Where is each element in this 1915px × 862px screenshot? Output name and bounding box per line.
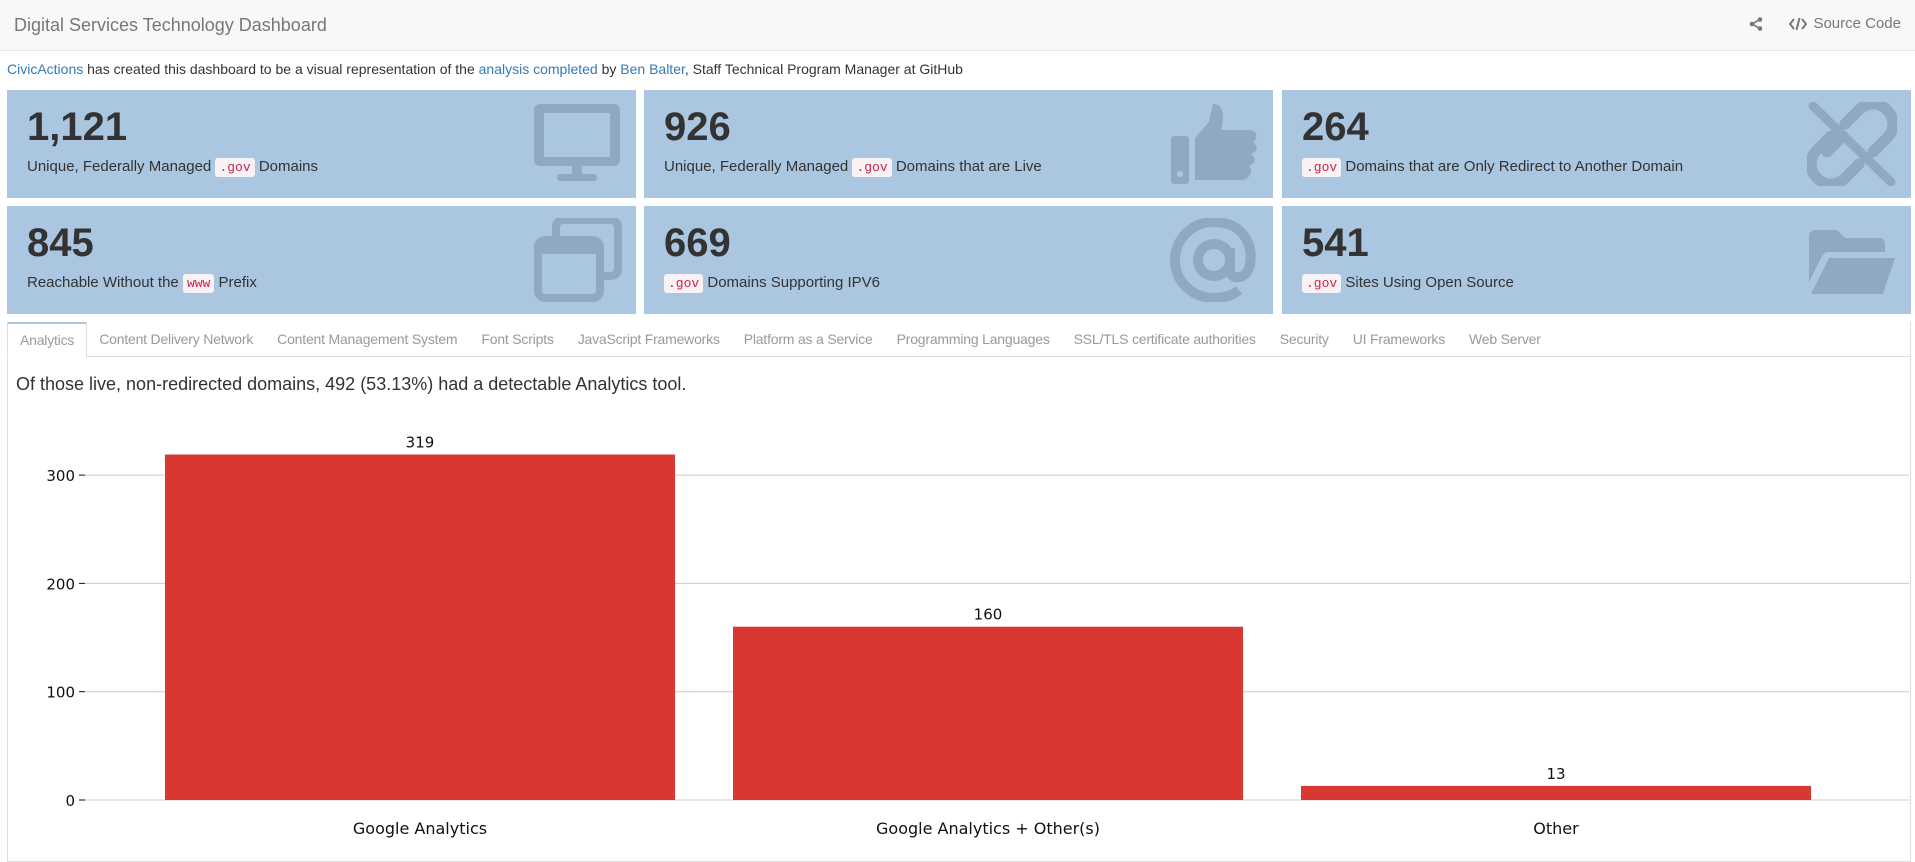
stat-card: 264 .gov Domains that are Only Redirect … bbox=[1282, 90, 1911, 198]
tab-programming-languages[interactable]: Programming Languages bbox=[885, 322, 1062, 357]
navbar: Digital Services Technology Dashboard So… bbox=[0, 0, 1915, 51]
analytics-bar-chart: 0 100 200 300 319 Google Analytics 160 Google A… bbox=[46, 434, 1909, 838]
stat-card: 845 Reachable Without the www Prefix bbox=[7, 206, 636, 314]
folder-open-icon bbox=[1809, 230, 1895, 294]
monitor-icon bbox=[534, 104, 620, 181]
tab-content-management-system[interactable]: Content Management System bbox=[265, 322, 469, 357]
stat-text: Sites Using Open Source bbox=[1341, 274, 1514, 291]
x-tick-label: Google Analytics + Other(s) bbox=[876, 819, 1100, 838]
thumbs-up-icon bbox=[1171, 104, 1257, 184]
analysis-link[interactable]: analysis completed bbox=[479, 61, 598, 77]
tab-content-delivery-network[interactable]: Content Delivery Network bbox=[87, 322, 265, 357]
bar bbox=[733, 626, 1243, 800]
tab-font-scripts[interactable]: Font Scripts bbox=[469, 322, 565, 357]
tab-ui-frameworks[interactable]: UI Frameworks bbox=[1341, 322, 1457, 357]
x-tick-label: Other bbox=[1533, 819, 1579, 838]
bar-value-label: 319 bbox=[406, 434, 435, 452]
stat-card: 1,121 Unique, Federally Managed .gov Dom… bbox=[7, 90, 636, 198]
stat-text: Reachable Without the bbox=[27, 274, 183, 291]
y-tick-label: 200 bbox=[46, 575, 75, 593]
stat-text: Domains bbox=[254, 158, 319, 175]
stat-value: 926 bbox=[664, 105, 731, 149]
stat-description: Unique, Federally Managed .gov Domains t… bbox=[664, 158, 1042, 177]
source-code-label: Source Code bbox=[1813, 15, 1901, 32]
page-title[interactable]: Digital Services Technology Dashboard bbox=[14, 15, 327, 36]
stat-code: .gov bbox=[1302, 158, 1342, 177]
intro-text: CivicActions has created this dashboard … bbox=[7, 61, 963, 77]
stat-code: .gov bbox=[1302, 274, 1342, 293]
at-icon bbox=[1169, 218, 1256, 302]
code-icon bbox=[1789, 17, 1808, 31]
tab-analytics[interactable]: Analytics bbox=[7, 322, 88, 358]
y-tick-label: 300 bbox=[46, 467, 75, 485]
stat-description: .gov Sites Using Open Source bbox=[1302, 274, 1514, 293]
stat-value: 845 bbox=[27, 221, 94, 265]
tab-bar: Analytics Content Delivery Network Conte… bbox=[7, 322, 1911, 358]
y-tick-label: 100 bbox=[46, 684, 75, 702]
intro-text-part: has created this dashboard to be a visua… bbox=[83, 61, 479, 77]
stat-value: 669 bbox=[664, 221, 731, 265]
bar bbox=[165, 454, 675, 800]
bar bbox=[1301, 785, 1811, 800]
stat-card: 669 .gov Domains Supporting IPV6 bbox=[644, 206, 1273, 314]
source-code-link[interactable]: Source Code bbox=[1789, 15, 1901, 32]
unlink-icon bbox=[1807, 102, 1897, 186]
bar-value-label: 160 bbox=[974, 606, 1003, 624]
bar-value-label: 13 bbox=[1546, 765, 1565, 783]
stat-text: Prefix bbox=[214, 274, 257, 291]
share-icon bbox=[1749, 16, 1763, 31]
intro-text-part: by bbox=[597, 61, 621, 77]
stat-code: .gov bbox=[852, 158, 892, 177]
stat-card: 541 .gov Sites Using Open Source bbox=[1282, 206, 1911, 314]
x-tick-label: Google Analytics bbox=[353, 819, 487, 838]
windows-icon bbox=[534, 218, 622, 302]
share-button[interactable] bbox=[1749, 16, 1763, 31]
stat-description: .gov Domains Supporting IPV6 bbox=[664, 274, 880, 293]
stat-value: 264 bbox=[1302, 105, 1369, 149]
tab-javascript-frameworks[interactable]: JavaScript Frameworks bbox=[566, 322, 732, 357]
stat-text: Domains Supporting IPV6 bbox=[703, 274, 880, 291]
tab-platform-as-a-service[interactable]: Platform as a Service bbox=[732, 322, 885, 357]
y-tick-label: 0 bbox=[65, 792, 75, 810]
stat-text: Unique, Federally Managed bbox=[27, 158, 216, 175]
stat-description: .gov Domains that are Only Redirect to A… bbox=[1302, 158, 1684, 177]
stat-code: .gov bbox=[664, 274, 704, 293]
intro-text-part: , Staff Technical Program Manager at Git… bbox=[684, 61, 963, 77]
stat-text: Domains that are Live bbox=[891, 158, 1042, 175]
civicactions-link[interactable]: CivicActions bbox=[7, 61, 83, 77]
stat-description: Reachable Without the www Prefix bbox=[27, 274, 257, 293]
stat-text: Domains that are Only Redirect to Anothe… bbox=[1341, 158, 1684, 175]
tab-web-server[interactable]: Web Server bbox=[1457, 322, 1553, 357]
stat-description: Unique, Federally Managed .gov Domains bbox=[27, 158, 319, 177]
stat-code: www bbox=[182, 274, 215, 293]
stat-card: 926 Unique, Federally Managed .gov Domai… bbox=[644, 90, 1273, 198]
tab-security[interactable]: Security bbox=[1268, 322, 1341, 357]
author-link[interactable]: Ben Balter bbox=[620, 61, 685, 77]
analytics-summary: Of those live, non-redirected domains, 4… bbox=[16, 374, 687, 394]
stat-value: 1,121 bbox=[27, 105, 128, 149]
stat-value: 541 bbox=[1302, 221, 1369, 265]
stat-text: Unique, Federally Managed bbox=[664, 158, 853, 175]
tab-ssl-tls-certificate-authorities[interactable]: SSL/TLS certificate authorities bbox=[1062, 322, 1268, 357]
stat-code: .gov bbox=[215, 158, 255, 177]
